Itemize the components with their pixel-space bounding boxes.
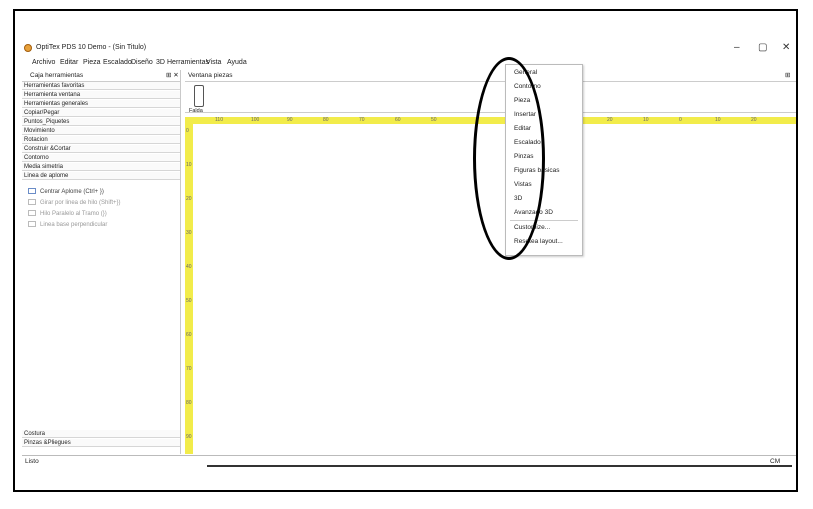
piece-thumbnail[interactable]	[194, 85, 204, 107]
title-bar: OptiTex PDS 10 Demo - (Sin Titulo) – ▢ ✕	[22, 40, 796, 56]
ruler-tick: 50	[186, 298, 192, 304]
vertical-ruler: 0 10 20 30 40 50 60 70 80 90	[185, 124, 193, 454]
menu-pieza[interactable]: Pieza	[83, 57, 101, 69]
ruler-tick: 70	[186, 366, 192, 372]
ruler-tick: 110	[215, 117, 223, 123]
tool-label: Girar por linea de hilo (Shift+})	[40, 200, 121, 206]
pieces-title: Ventana piezas	[188, 72, 233, 79]
app-logo-icon	[24, 44, 32, 52]
perpendicular-icon	[28, 221, 36, 228]
ruler-tick: 90	[287, 117, 293, 123]
menu-editar[interactable]: Editar	[60, 57, 78, 69]
tool-girar-linea-hilo[interactable]: Girar por linea de hilo (Shift+})	[28, 199, 121, 208]
tool-label: Hilo Paralelo al Tramo (})	[40, 211, 107, 217]
category-herramienta-ventana[interactable]: Herramienta ventana	[22, 91, 180, 99]
menu-escalado[interactable]: Escalado	[103, 57, 132, 69]
ruler-tick: 40	[186, 264, 192, 270]
category-herramientas-generales[interactable]: Herramientas generales	[22, 100, 180, 108]
category-linea-de-aplome[interactable]: Linea de aplome	[22, 172, 180, 180]
category-pinzas-pliegues[interactable]: Pinzas &Pliegues	[22, 439, 180, 447]
ruler-tick: 60	[186, 332, 192, 338]
menu-herramientas[interactable]: Herramientas	[167, 57, 209, 69]
ruler-tick: 10	[715, 117, 721, 123]
tool-linea-base-perpendicular[interactable]: Linea base perpendicular	[28, 221, 107, 230]
girar-hilo-icon	[28, 199, 36, 206]
toolbox-panel: Caja herramientas ⊞ ✕ Herramientas favor…	[22, 70, 181, 454]
toolbox-header: Caja herramientas ⊞ ✕	[22, 70, 180, 82]
category-construir-cortar[interactable]: Construir &Cortar	[22, 145, 180, 153]
menu-bar: Archivo Editar Pieza Escalado Diseño 3D …	[22, 57, 796, 69]
menu-vista[interactable]: Vista	[206, 57, 221, 69]
centrar-aplome-icon	[28, 188, 36, 195]
pieces-pin[interactable]: ⊞	[785, 70, 790, 81]
status-bar: Listo CM	[22, 455, 796, 468]
ruler-tick: 0	[186, 128, 189, 134]
highlight-oval	[473, 57, 545, 260]
hilo-paralelo-icon	[28, 210, 36, 217]
ruler-tick: 60	[395, 117, 401, 123]
tool-label: Linea base perpendicular	[40, 222, 108, 228]
ruler-tick: 0	[679, 117, 682, 123]
category-movimiento[interactable]: Movimiento	[22, 127, 180, 135]
category-rotacion[interactable]: Rotacion	[22, 136, 180, 144]
ruler-tick: 70	[359, 117, 365, 123]
ruler-tick: 50	[431, 117, 437, 123]
category-costura[interactable]: Costura	[22, 430, 180, 438]
minimize-button[interactable]: –	[734, 40, 740, 56]
tool-hilo-paralelo[interactable]: Hilo Paralelo al Tramo (})	[28, 210, 107, 219]
status-text: Listo	[25, 458, 39, 465]
menu-diseno[interactable]: Diseño	[131, 57, 153, 69]
category-copiar-pegar[interactable]: Copiar/Pegar	[22, 109, 180, 117]
window-title: OptiTex PDS 10 Demo - (Sin Titulo)	[36, 44, 147, 51]
menu-archivo[interactable]: Archivo	[32, 57, 55, 69]
category-herramientas-favoritas[interactable]: Herramientas favoritas	[22, 82, 180, 90]
toolbox-pin-close[interactable]: ⊞ ✕	[166, 70, 179, 81]
piece-label: Falda	[189, 108, 203, 114]
category-media-simetria[interactable]: Media simetria	[22, 163, 180, 171]
maximize-button[interactable]: ▢	[758, 40, 767, 56]
ruler-tick: 80	[323, 117, 329, 123]
ruler-tick: 20	[751, 117, 757, 123]
ruler-tick: 80	[186, 400, 192, 406]
ruler-tick: 20	[607, 117, 613, 123]
menu-ayuda[interactable]: Ayuda	[227, 57, 247, 69]
ruler-tick: 20	[186, 196, 192, 202]
toolbox-title: Caja herramientas	[30, 72, 84, 79]
close-button[interactable]: ✕	[782, 40, 790, 56]
menu-3d[interactable]: 3D	[156, 57, 165, 69]
ruler-tick: 90	[186, 434, 192, 440]
app-window: OptiTex PDS 10 Demo - (Sin Titulo) – ▢ ✕…	[22, 40, 796, 468]
tool-label: Centrar Aplome (Ctrl+ })	[40, 189, 104, 195]
units-indicator: CM	[770, 458, 781, 465]
status-divider	[207, 465, 792, 467]
category-contorno[interactable]: Contorno	[22, 154, 180, 162]
ruler-tick: 30	[186, 230, 192, 236]
category-puntos-piquetes[interactable]: Puntos_Piquetes	[22, 118, 180, 126]
ruler-tick: 10	[643, 117, 649, 123]
ruler-tick: 10	[186, 162, 192, 168]
ruler-tick: 100	[251, 117, 260, 123]
tool-centrar-aplome[interactable]: Centrar Aplome (Ctrl+ })	[28, 188, 104, 197]
